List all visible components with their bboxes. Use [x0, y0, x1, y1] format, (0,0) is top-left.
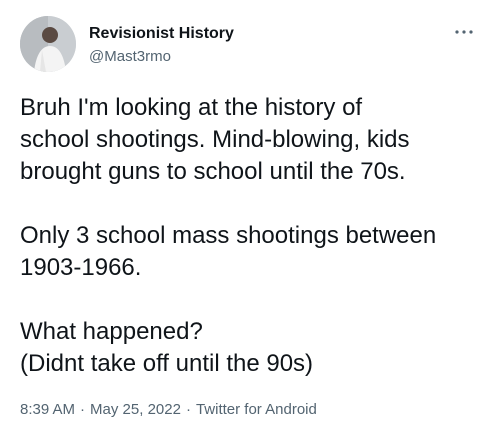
tweet-text: Bruh I'm looking at the history of schoo…: [20, 92, 490, 380]
tweet-card: Revisionist History @Mast3rmo Bruh I'm l…: [0, 0, 500, 445]
tweet-date[interactable]: May 25, 2022: [90, 401, 181, 418]
tweet-metadata: 8:39 AM · May 25, 2022 · Twitter for Android: [20, 401, 317, 418]
more-horizontal-icon: [455, 30, 473, 34]
tweet-time[interactable]: 8:39 AM: [20, 401, 75, 418]
user-avatar-icon: [20, 16, 76, 72]
author-handle[interactable]: @Mast3rmo: [89, 48, 171, 65]
tweet-paragraph: Bruh I'm looking at the history of schoo…: [20, 94, 410, 185]
tweet-paragraph: What happened? (Didnt take off until the…: [20, 318, 314, 377]
author-avatar[interactable]: [20, 16, 76, 72]
tweet-source[interactable]: Twitter for Android: [196, 401, 317, 418]
author-display-name[interactable]: Revisionist History: [89, 25, 234, 43]
separator: ·: [185, 401, 191, 418]
separator: ·: [80, 401, 86, 418]
tweet-paragraph: Only 3 school mass shootings between 190…: [20, 222, 437, 281]
more-options-button[interactable]: [446, 20, 482, 44]
